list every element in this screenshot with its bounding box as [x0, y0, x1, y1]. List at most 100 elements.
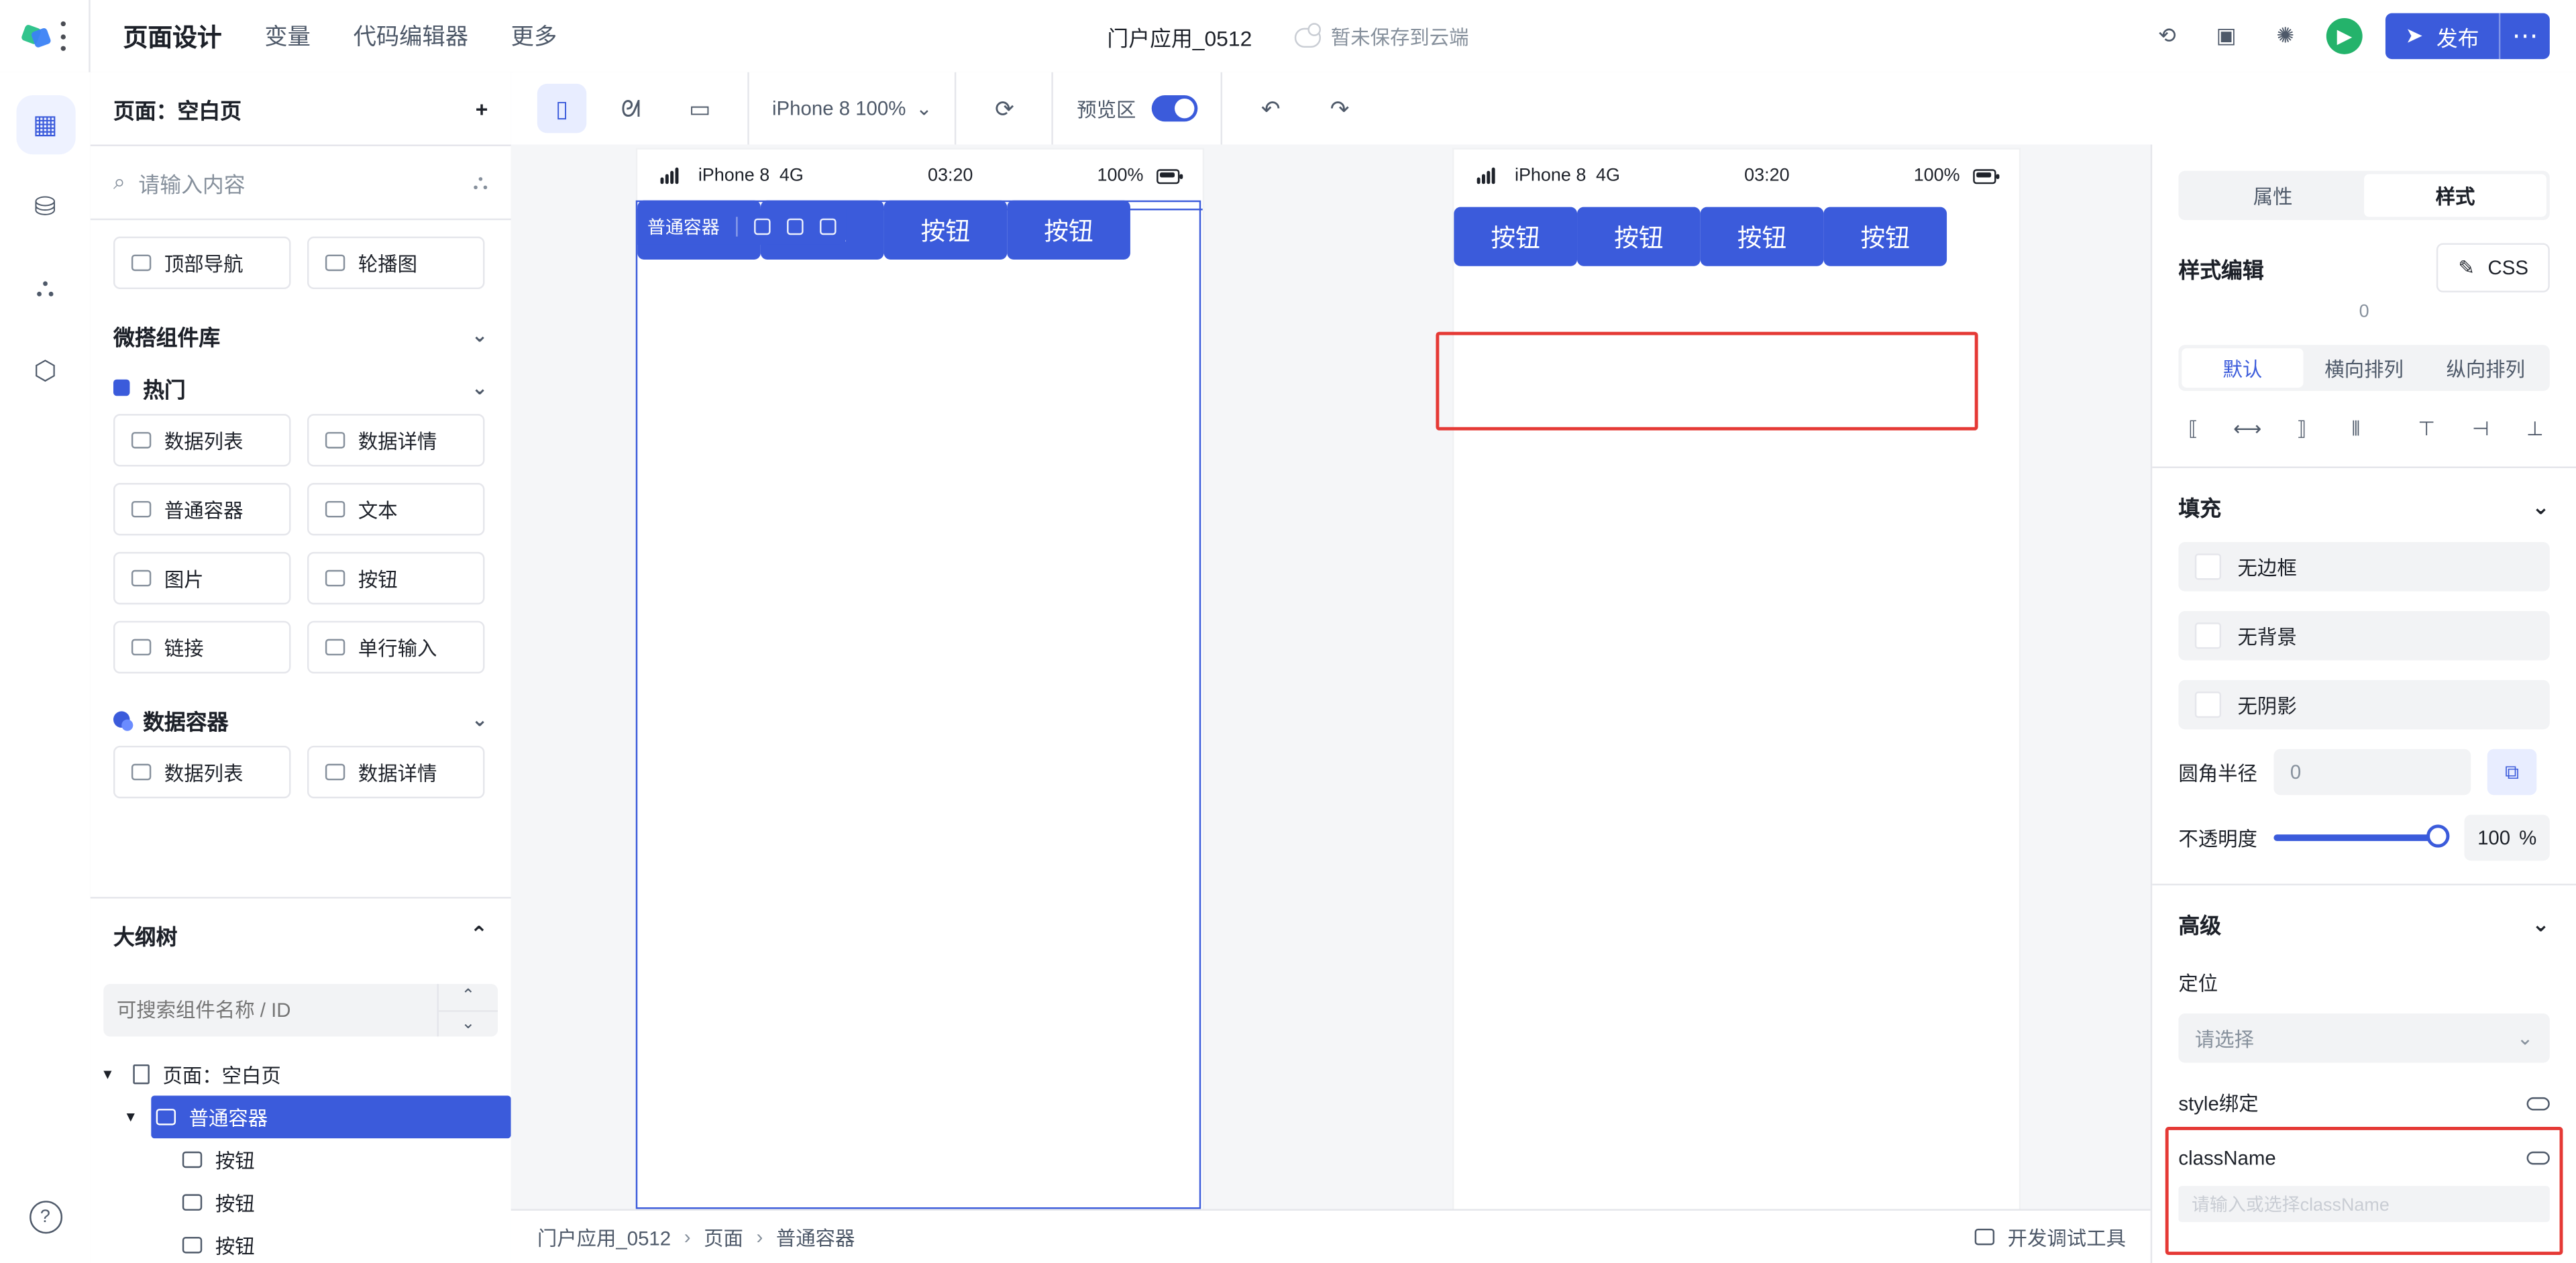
advanced-section[interactable]: 高级 ⌄: [2178, 908, 2549, 940]
right-phone-preview[interactable]: iPhone 8 4G 03:20 100% 按钮 按钮 按钮 按钮: [1454, 149, 2019, 1209]
add-page-icon[interactable]: +: [476, 96, 488, 121]
microlib-section[interactable]: 微搭组件库 ⌄: [91, 309, 511, 361]
breadcrumb-container[interactable]: 普通容器: [776, 1223, 855, 1251]
publish-more-icon[interactable]: ⋯: [2498, 13, 2550, 60]
app-name[interactable]: 门户应用_0512: [1107, 21, 1252, 52]
link-icon[interactable]: [2526, 1096, 2550, 1110]
breadcrumb-app[interactable]: 门户应用_0512: [537, 1223, 671, 1251]
save-component-icon[interactable]: [754, 218, 771, 235]
align-middle-icon[interactable]: ⊣: [2466, 414, 2496, 443]
widget-top-nav[interactable]: 顶部导航: [113, 236, 291, 290]
layout-vertical[interactable]: 纵向排列: [2425, 348, 2546, 388]
devtools[interactable]: 开发调试工具: [1974, 1223, 2126, 1251]
tree-caret-icon[interactable]: ▾: [127, 1108, 143, 1126]
tree-row-button-2[interactable]: 按钮: [91, 1181, 511, 1224]
component-search[interactable]: ⌕ 请输入内容 ⛬: [90, 146, 511, 221]
breadcrumb-page[interactable]: 页面: [704, 1223, 743, 1251]
nav-code-editor[interactable]: 代码编辑器: [354, 19, 468, 52]
rail-settings-icon[interactable]: ⬡: [15, 341, 74, 400]
save-icon[interactable]: ▣: [2208, 18, 2245, 54]
opacity-input[interactable]: 100 %: [2464, 814, 2550, 861]
widget-text[interactable]: 文本: [307, 483, 485, 536]
run-button[interactable]: ▶: [2326, 17, 2363, 54]
outline-header[interactable]: 大纲树 ⌃: [91, 899, 511, 971]
align-bottom-icon[interactable]: ⊥: [2520, 414, 2550, 443]
widget-link[interactable]: 链接: [113, 620, 291, 674]
opacity-slider[interactable]: [2273, 824, 2450, 848]
component-library-icon[interactable]: ⛬: [473, 169, 488, 195]
align-center-icon[interactable]: ⟷: [2233, 414, 2262, 443]
tree-row-page[interactable]: ▾ 页面：空白页: [91, 1053, 511, 1096]
help-icon[interactable]: ?: [28, 1201, 62, 1234]
copy-icon[interactable]: [787, 218, 804, 235]
preview-switch[interactable]: [1152, 95, 1199, 122]
publish-main[interactable]: ➤ 发布: [2385, 21, 2499, 52]
widget-data-detail-2[interactable]: 数据详情: [307, 745, 485, 799]
preview-button-3[interactable]: 按钮: [1700, 207, 1824, 266]
delete-icon[interactable]: [820, 218, 837, 235]
left-phone-preview[interactable]: iPhone 8 4G 03:20 100% 按钮 按钮 按钮 按钮 普通容器: [635, 149, 1203, 1209]
tree-row-button-1[interactable]: 按钮: [91, 1138, 511, 1181]
history-icon[interactable]: ⟲: [2149, 18, 2185, 54]
debug-icon[interactable]: ✺: [2267, 18, 2304, 54]
align-top-icon[interactable]: ⊤: [2412, 414, 2441, 443]
more-vert-icon[interactable]: [60, 21, 68, 51]
radius-link-icon[interactable]: ⧉: [2487, 749, 2537, 795]
position-select[interactable]: 请选择 ⌄: [2178, 1013, 2550, 1063]
chevron-down-icon[interactable]: ⌄: [472, 323, 488, 346]
tab-properties[interactable]: 属性: [2182, 174, 2364, 217]
stepper-down-icon[interactable]: ⌄: [439, 1011, 498, 1036]
distribute-icon[interactable]: ⦀: [2341, 414, 2371, 443]
nav-more[interactable]: 更多: [511, 19, 557, 52]
fill-background[interactable]: 无背景: [2178, 611, 2550, 661]
align-left-icon[interactable]: ⟦: [2178, 414, 2208, 443]
preview-button-2[interactable]: 按钮: [1577, 207, 1701, 266]
refresh-icon[interactable]: ⟳: [980, 84, 1029, 133]
preview-button-3[interactable]: 按钮: [883, 200, 1008, 260]
layout-horizontal[interactable]: 横向排列: [2303, 348, 2424, 388]
widget-data-detail[interactable]: 数据详情: [307, 414, 485, 467]
device-select[interactable]: iPhone 8 100% ⌄: [749, 72, 957, 145]
outline-search-input[interactable]: [103, 983, 437, 1037]
fill-shadow[interactable]: 无阴影: [2178, 679, 2550, 730]
widget-data-list[interactable]: 数据列表: [113, 414, 291, 467]
fill-border[interactable]: 无边框: [2178, 542, 2550, 592]
radius-input[interactable]: 0: [2273, 749, 2471, 795]
tree-caret-icon[interactable]: ▾: [103, 1065, 119, 1083]
widget-image[interactable]: 图片: [113, 551, 291, 605]
canvas-area[interactable]: iPhone 8 4G 03:20 100% 按钮 按钮 按钮 按钮 普通容器: [511, 144, 2153, 1211]
preview-button-1[interactable]: 按钮: [1454, 207, 1578, 266]
component-list[interactable]: 顶部导航 轮播图 微搭组件库 ⌄ 热门 ⌄ 数据列表 数据详情 普通容器 文本 …: [91, 217, 511, 897]
mobile-icon[interactable]: ▯: [537, 83, 587, 133]
device-dropdown[interactable]: iPhone 8 100% ⌄: [772, 97, 932, 119]
chevron-down-icon[interactable]: ⌄: [2532, 494, 2550, 520]
collapse-icon[interactable]: ⌃: [470, 922, 488, 948]
tab-style[interactable]: 样式: [2364, 174, 2546, 217]
widget-data-list-2[interactable]: 数据列表: [113, 745, 291, 799]
hot-section[interactable]: 热门 ⌄: [91, 362, 511, 414]
stepper-up-icon[interactable]: ⌃: [438, 984, 498, 1011]
chevron-down-icon[interactable]: ⌄: [2532, 911, 2550, 937]
align-right-icon[interactable]: ⟧: [2287, 414, 2316, 443]
tree-row-container[interactable]: ▾ 普通容器: [91, 1095, 511, 1139]
rail-pages-icon[interactable]: ▦: [15, 95, 75, 155]
app-logo[interactable]: [0, 0, 91, 72]
preview-button-4[interactable]: 按钮: [1007, 200, 1130, 260]
rail-components-icon[interactable]: ⛬: [15, 260, 74, 319]
page-selector[interactable]: 页面：空白页 +: [90, 72, 511, 146]
chevron-down-icon[interactable]: ⌄: [472, 376, 488, 399]
nav-variables[interactable]: 变量: [264, 19, 311, 52]
desktop-icon[interactable]: ▭: [676, 84, 724, 133]
undo-icon[interactable]: ↶: [1246, 84, 1295, 133]
data-container-section[interactable]: 数据容器 ⌄: [91, 693, 511, 745]
tree-row-button-3[interactable]: 按钮: [91, 1224, 511, 1263]
chevron-down-icon[interactable]: ⌄: [472, 708, 488, 731]
publish-button[interactable]: ➤ 发布 ⋯: [2385, 13, 2550, 60]
preview-toggle[interactable]: 预览区: [1077, 95, 1199, 123]
css-button[interactable]: ✎ CSS: [2436, 243, 2550, 292]
widget-button[interactable]: 按钮: [307, 551, 485, 605]
widget-single-input[interactable]: 单行输入: [307, 620, 485, 674]
layout-default[interactable]: 默认: [2182, 348, 2304, 388]
widget-container[interactable]: 普通容器: [113, 483, 291, 536]
preview-button-4[interactable]: 按钮: [1823, 207, 1947, 266]
